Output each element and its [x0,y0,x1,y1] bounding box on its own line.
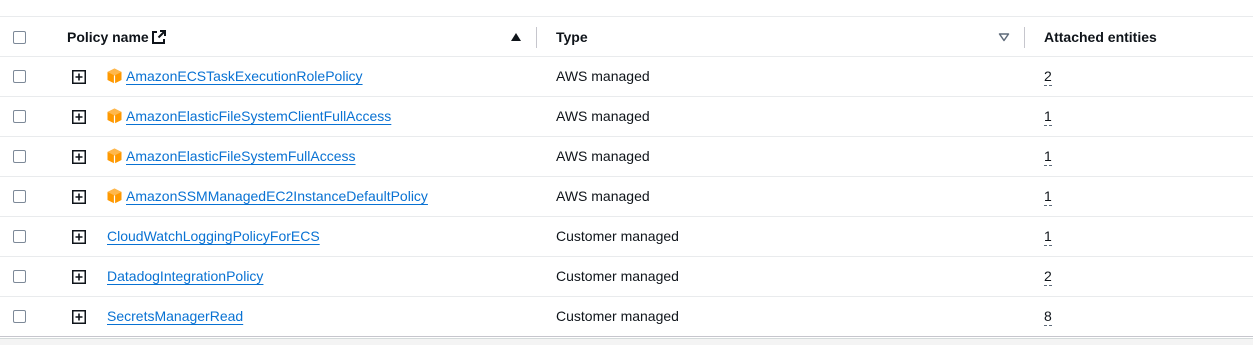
row-checkbox[interactable] [13,70,26,83]
expand-plus-icon[interactable] [72,230,86,244]
table-row[interactable]: AmazonElasticFileSystemClientFullAccess … [0,97,1253,137]
column-header-type[interactable]: Type [556,29,588,45]
row-checkbox[interactable] [13,270,26,283]
policy-type: Customer managed [556,228,679,244]
row-checkbox[interactable] [13,110,26,123]
column-header-policy-name[interactable]: Policy name [67,29,149,45]
expand-plus-icon[interactable] [72,190,86,204]
select-all-checkbox[interactable] [13,31,26,44]
table-row[interactable]: SecretsManagerRead Customer managed 8 [0,297,1253,337]
attached-entities-count[interactable]: 8 [1044,308,1052,326]
attached-entities-count[interactable]: 1 [1044,188,1052,206]
policy-name-link[interactable]: AmazonElasticFileSystemClientFullAccess [126,108,391,124]
attached-entities-count[interactable]: 1 [1044,148,1052,166]
external-link-icon[interactable] [151,29,167,45]
aws-cube-icon [107,148,122,164]
expand-plus-icon[interactable] [72,310,86,324]
aws-cube-icon [107,68,122,84]
policy-type: AWS managed [556,68,650,84]
policies-table: Policy name Type Attached entities Amazo… [0,0,1253,345]
policy-type: AWS managed [556,148,650,164]
policy-name-link[interactable]: AmazonSSMManagedEC2InstanceDefaultPolicy [126,188,428,204]
table-row[interactable]: AmazonECSTaskExecutionRolePolicy AWS man… [0,57,1253,97]
policy-name-link[interactable]: SecretsManagerRead [107,308,243,324]
row-checkbox[interactable] [13,310,26,323]
table-top-strip [0,0,1253,16]
expand-plus-icon[interactable] [72,110,86,124]
column-divider[interactable] [536,27,537,48]
column-header-attached-entities[interactable]: Attached entities [1044,29,1157,45]
attached-entities-count[interactable]: 2 [1044,68,1052,86]
table-row[interactable]: DatadogIntegrationPolicy Customer manage… [0,257,1253,297]
policy-name-link[interactable]: AmazonECSTaskExecutionRolePolicy [126,68,363,84]
policy-type: AWS managed [556,108,650,124]
aws-cube-icon [107,108,122,124]
expand-plus-icon[interactable] [72,150,86,164]
table-row[interactable]: AmazonElasticFileSystemFullAccess AWS ma… [0,137,1253,177]
attached-entities-count[interactable]: 1 [1044,228,1052,246]
sort-ascending-icon[interactable] [510,32,522,42]
policy-name-link[interactable]: AmazonElasticFileSystemFullAccess [126,148,356,164]
aws-cube-icon [107,188,122,204]
policy-name-link[interactable]: DatadogIntegrationPolicy [107,268,263,284]
policy-type: Customer managed [556,308,679,324]
table-bottom-strip [0,338,1253,345]
policy-name-link[interactable]: CloudWatchLoggingPolicyForECS [107,228,320,244]
table-row[interactable]: AmazonSSMManagedEC2InstanceDefaultPolicy… [0,177,1253,217]
table-row[interactable]: CloudWatchLoggingPolicyForECS Customer m… [0,217,1253,257]
policy-type: AWS managed [556,188,650,204]
row-checkbox[interactable] [13,190,26,203]
row-checkbox[interactable] [13,150,26,163]
column-divider[interactable] [1024,27,1025,48]
sort-descending-icon[interactable] [998,32,1010,42]
attached-entities-count[interactable]: 2 [1044,268,1052,286]
expand-plus-icon[interactable] [72,70,86,84]
expand-plus-icon[interactable] [72,270,86,284]
row-checkbox[interactable] [13,230,26,243]
table-header-row: Policy name Type Attached entities [0,16,1253,57]
policy-type: Customer managed [556,268,679,284]
attached-entities-count[interactable]: 1 [1044,108,1052,126]
